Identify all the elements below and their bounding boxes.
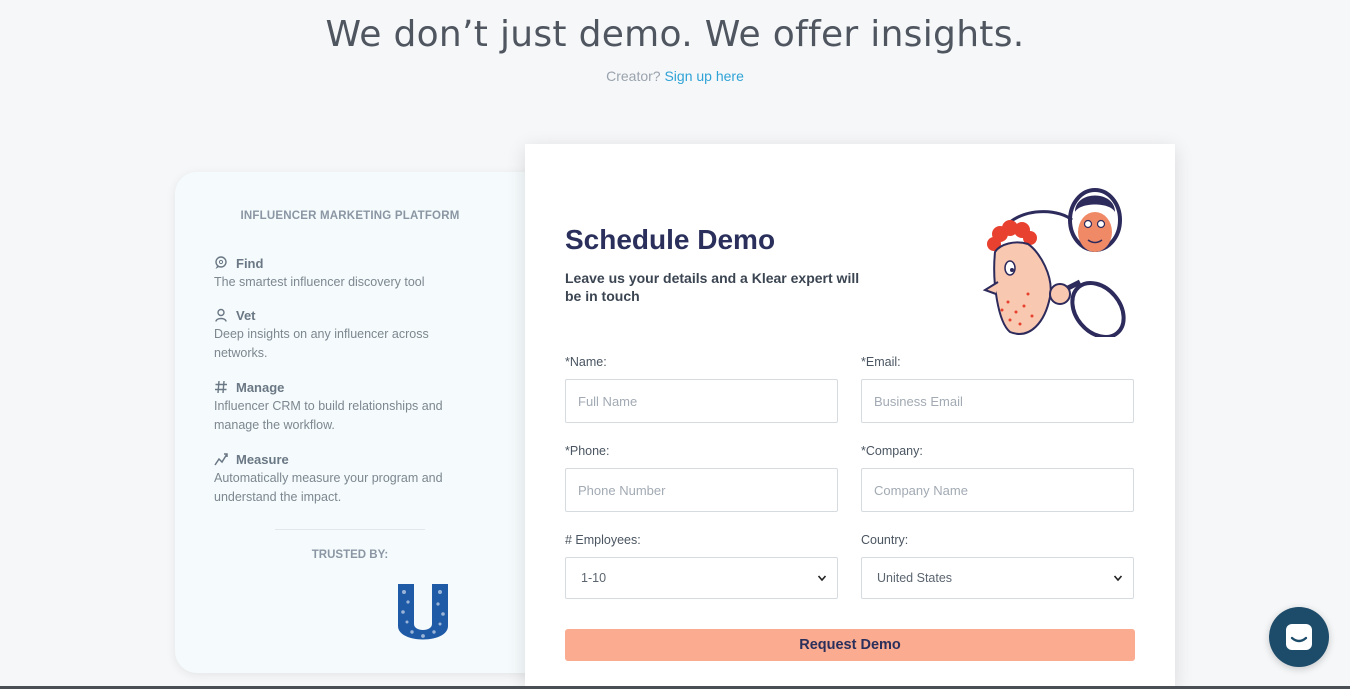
divider [275,529,425,530]
platform-features-card: INFLUENCER MARKETING PLATFORM Find The s… [175,172,555,673]
feature-description: The smartest influencer discovery tool [214,275,425,289]
creator-prompt: Creator? [606,68,661,84]
feature-name: Vet [236,307,256,323]
company-input[interactable] [874,482,1121,498]
name-input[interactable] [578,393,825,409]
name-field-wrapper [565,379,838,423]
employees-select[interactable]: 1-10 [565,557,838,599]
schedule-demo-form: Schedule Demo Leave us your details and … [525,144,1175,689]
feature-name: Measure [236,451,289,467]
email-label: *Email: [861,355,901,369]
email-input[interactable] [874,393,1121,409]
person-icon [214,308,228,322]
page-headline: We don’t just demo. We offer insights. [325,14,1025,55]
request-demo-button[interactable]: Request Demo [565,629,1135,661]
feature-description: Influencer CRM to build relationships an… [214,399,443,432]
platform-title: INFLUENCER MARKETING PLATFORM [240,210,460,222]
phone-input[interactable] [578,482,825,498]
form-title: Schedule Demo [565,224,776,255]
employees-label: # Employees: [565,533,641,547]
employees-value: 1-10 [581,571,607,585]
country-select[interactable]: United States [861,557,1134,599]
phone-field-wrapper [565,468,838,512]
feature-manage: Manage Influencer CRM to build relations… [214,378,474,435]
chat-icon [1286,624,1312,650]
phone-label: *Phone: [565,444,610,458]
trend-icon [214,452,228,466]
name-label: *Name: [565,355,607,369]
trusted-by-label: TRUSTED BY: [311,549,389,561]
country-value: United States [877,571,953,585]
search-chat-icon [214,256,228,270]
feature-find: Find The smartest influencer discovery t… [214,254,474,292]
feature-description: Automatically measure your program and u… [214,471,443,504]
creator-signup-line: Creator? Sign up here [0,68,1350,84]
feature-name: Find [236,255,264,271]
feature-vet: Vet Deep insights on any influencer acro… [214,306,474,363]
country-label: Country: [861,533,909,547]
feature-description: Deep insights on any influencer across n… [214,327,429,360]
email-field-wrapper [861,379,1134,423]
magnifier-people-illustration [982,188,1126,337]
chat-launcher-button[interactable] [1269,607,1329,667]
feature-name: Manage [236,379,285,395]
hashtag-icon [214,380,228,394]
form-subtitle: Leave us your details and a Klear expert… [565,270,860,304]
chevron-down-icon [1113,575,1123,582]
chevron-down-icon [817,575,827,582]
unilever-logo [398,584,448,640]
feature-measure: Measure Automatically measure your progr… [214,450,474,507]
signup-link[interactable]: Sign up here [664,68,743,84]
company-label: *Company: [861,444,923,458]
company-field-wrapper [861,468,1134,512]
